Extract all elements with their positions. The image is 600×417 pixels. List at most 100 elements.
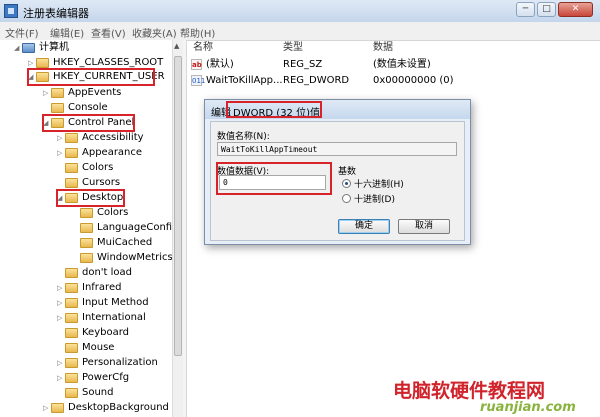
folder-icon: [65, 373, 78, 383]
tree-node-powercfg[interactable]: ▷ PowerCfg: [57, 371, 129, 385]
highlight-box-control-panel: [42, 114, 135, 132]
tree-node-muicached[interactable]: MuiCached: [72, 236, 152, 250]
value-type: REG_DWORD: [283, 75, 350, 86]
tree-node-appearance[interactable]: ▷ Appearance: [57, 146, 142, 160]
window-title: 注册表编辑器: [23, 7, 89, 20]
tree-node-appevents[interactable]: ▷ AppEvents: [43, 86, 121, 100]
watermark-text: 电脑软硬件教程网: [393, 380, 546, 402]
tree-node-label: International: [82, 312, 146, 323]
expander-icon[interactable]: ▷: [57, 131, 65, 145]
tree-node-windowmetrics[interactable]: WindowMetrics: [72, 251, 173, 265]
highlight-box-desktop: [56, 189, 125, 207]
edit-dword-dialog: 编辑 DWORD (32 位)值 数值名称(N): WaitToKillAppT…: [204, 99, 471, 245]
expander-icon[interactable]: ▷: [57, 311, 65, 325]
list-row-default[interactable]: ab (默认) REG_SZ (数值未设置): [191, 58, 591, 72]
hex-radio[interactable]: [342, 179, 351, 188]
menu-view[interactable]: 查看(V): [91, 25, 126, 40]
tree-node-colors[interactable]: Colors: [57, 161, 113, 175]
scroll-up-icon[interactable]: ▲: [174, 42, 179, 50]
menu-edit[interactable]: 编辑(E): [50, 25, 84, 40]
tree-node-personalization[interactable]: ▷ Personalization: [57, 356, 158, 370]
expander-icon[interactable]: ▷: [43, 86, 51, 100]
tree-node-cursors[interactable]: Cursors: [57, 176, 120, 190]
dialog-body: 数值名称(N): WaitToKillAppTimeout 数值数据(V): 0…: [210, 121, 465, 241]
list-row-waittokillapp[interactable]: 011 WaitToKillApp... REG_DWORD 0x0000000…: [191, 74, 591, 88]
tree-node-label: LanguageConfig: [97, 222, 179, 233]
cancel-button[interactable]: 取消: [398, 219, 450, 234]
registry-tree: ◢ 计算机 ▷ HKEY_CLASSES_ROOT ◢ HKEY_CURRENT_US…: [0, 40, 178, 417]
tree-node-desktop-colors[interactable]: Colors: [72, 206, 128, 220]
menu-bar: 文件(F) 编辑(E) 查看(V) 收藏夹(A) 帮助(H): [0, 22, 600, 41]
highlight-box-dialog-title: [226, 101, 322, 118]
folder-icon: [51, 103, 64, 113]
tree-node-label: PowerCfg: [82, 372, 130, 383]
expander-icon[interactable]: ▷: [43, 401, 51, 415]
menu-file[interactable]: 文件(F): [5, 25, 39, 40]
expander-icon[interactable]: ▷: [57, 146, 65, 160]
folder-icon: [65, 178, 78, 188]
registry-app-icon: [4, 4, 18, 18]
title-bar: 注册表编辑器 ─ □ ✕: [0, 0, 600, 23]
tree-node-accessibility[interactable]: ▷ Accessibility: [57, 131, 144, 145]
tree-node-infrared[interactable]: ▷ Infrared: [57, 281, 121, 295]
expander-icon[interactable]: ▷: [57, 296, 65, 310]
tree-node-label: MuiCached: [97, 237, 153, 248]
highlight-box-value-data: [216, 162, 332, 195]
value-type: REG_SZ: [283, 59, 323, 70]
tree-node-input-method[interactable]: ▷ Input Method: [57, 296, 149, 310]
folder-icon: [65, 163, 78, 173]
folder-icon: [80, 208, 93, 218]
value-name-label: 数值名称(N):: [217, 132, 270, 142]
folder-icon: [80, 253, 93, 263]
decimal-radio-label[interactable]: 十进制(D): [354, 192, 395, 205]
folder-icon: [65, 298, 78, 308]
tree-node-label: Accessibility: [82, 132, 144, 143]
menu-help[interactable]: 帮助(H): [180, 25, 215, 40]
ok-button[interactable]: 确定: [338, 219, 390, 234]
tree-node-label: Mouse: [82, 342, 115, 353]
tree-node-computer[interactable]: ◢ 计算机: [14, 41, 69, 55]
folder-icon: [65, 148, 78, 158]
hex-radio-label[interactable]: 十六进制(H): [354, 177, 404, 190]
tree-node-label: Colors: [97, 207, 129, 218]
maximize-button[interactable]: □: [537, 2, 556, 17]
string-value-icon: ab: [191, 59, 202, 70]
folder-icon: [65, 313, 78, 323]
tree-node-label: Cursors: [82, 177, 121, 188]
value-name-field: WaitToKillAppTimeout: [217, 142, 457, 156]
tree-node-mouse[interactable]: Mouse: [57, 341, 114, 355]
column-header-name[interactable]: 名称: [193, 40, 213, 56]
tree-node-label: Keyboard: [82, 327, 130, 338]
folder-icon: [80, 223, 93, 233]
tree-node-label: WindowMetrics: [97, 252, 173, 263]
value-name: WaitToKillApp...: [206, 75, 283, 86]
expander-icon[interactable]: ▷: [57, 281, 65, 295]
expander-icon[interactable]: ◢: [14, 41, 22, 55]
folder-icon: [80, 238, 93, 248]
folder-icon: [65, 358, 78, 368]
tree-node-console[interactable]: Console: [43, 101, 108, 115]
menu-favorites[interactable]: 收藏夹(A): [132, 25, 177, 40]
highlight-box-hkcu: [27, 68, 155, 86]
tree-node-desktopbackground[interactable]: ▷ DesktopBackground: [43, 401, 169, 415]
tree-node-international[interactable]: ▷ International: [57, 311, 146, 325]
tree-node-sound[interactable]: Sound: [57, 386, 114, 400]
computer-icon: [22, 43, 35, 53]
folder-icon: [65, 343, 78, 353]
tree-node-languageconfig[interactable]: LanguageConfig: [72, 221, 178, 235]
folder-icon: [65, 133, 78, 143]
tree-node-label: Infrared: [82, 282, 122, 293]
tree-node-keyboard[interactable]: Keyboard: [57, 326, 129, 340]
tree-node-label: DesktopBackground: [68, 402, 169, 413]
folder-icon: [51, 403, 64, 413]
scrollbar-thumb[interactable]: [174, 56, 182, 356]
minimize-button[interactable]: ─: [516, 2, 535, 17]
close-button[interactable]: ✕: [558, 2, 593, 17]
expander-icon[interactable]: ▷: [57, 356, 65, 370]
tree-node-dont-load[interactable]: don't load: [57, 266, 132, 280]
column-header-type[interactable]: 类型: [283, 40, 303, 56]
decimal-radio[interactable]: [342, 194, 351, 203]
tree-node-label: 计算机: [39, 42, 69, 53]
expander-icon[interactable]: ▷: [57, 371, 65, 385]
column-header-data[interactable]: 数据: [373, 40, 393, 56]
